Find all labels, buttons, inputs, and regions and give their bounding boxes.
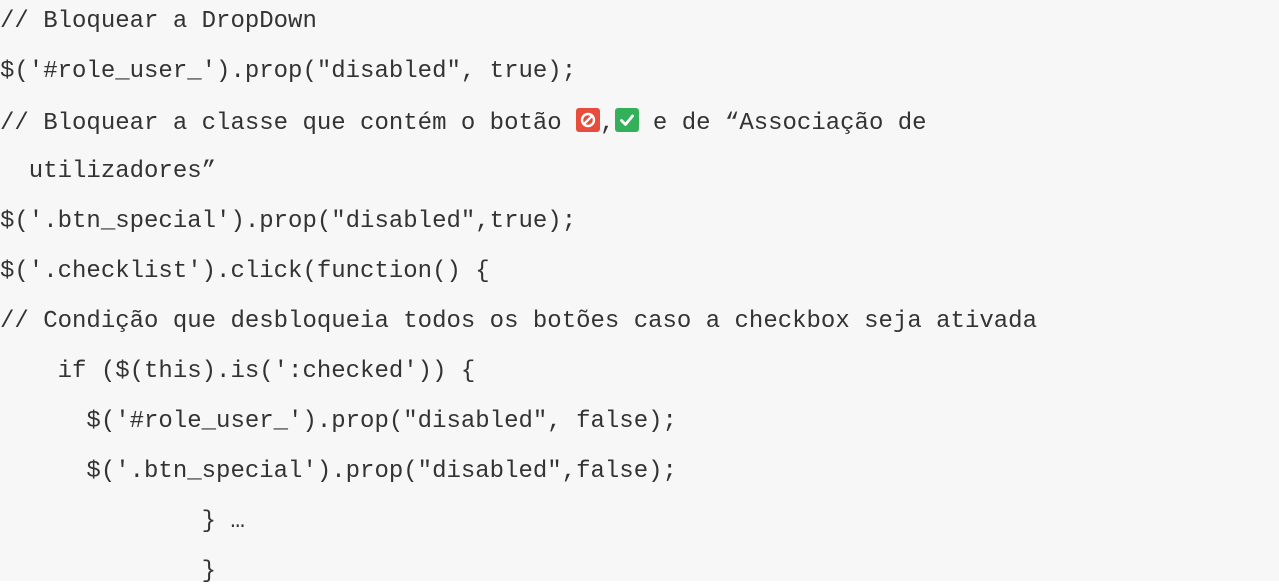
code-line: $('.btn_special').prop("disabled",true); bbox=[0, 208, 577, 235]
comment-text: // Bloquear a classe que contém o botão bbox=[0, 110, 577, 137]
comment-text: e de “Associação de bbox=[638, 110, 927, 137]
code-line: $('.checklist').click(function() { bbox=[0, 258, 490, 285]
code-line: } bbox=[0, 558, 217, 585]
comment-line: utilizadores” bbox=[0, 158, 217, 185]
code-line: $('#role_user_').prop("disabled", false)… bbox=[0, 408, 677, 435]
comment-line: // Condição que desbloqueia todos os bot… bbox=[0, 308, 1037, 335]
code-line: } … bbox=[0, 508, 245, 535]
comment-line: // Bloquear a classe que contém o botão … bbox=[0, 108, 927, 137]
ban-icon bbox=[576, 108, 601, 132]
code-line: $('.btn_special').prop("disabled",false)… bbox=[0, 458, 677, 485]
code-line: if ($(this).is(':checked')) { bbox=[0, 358, 476, 385]
code-snippet: // Bloquear a DropDown $('#role_user_').… bbox=[0, 0, 1279, 585]
checkmark-icon bbox=[614, 108, 639, 132]
code-line: $('#role_user_').prop("disabled", true); bbox=[0, 58, 577, 85]
comma-text: , bbox=[600, 110, 615, 137]
comment-line: // Bloquear a DropDown bbox=[0, 8, 317, 35]
